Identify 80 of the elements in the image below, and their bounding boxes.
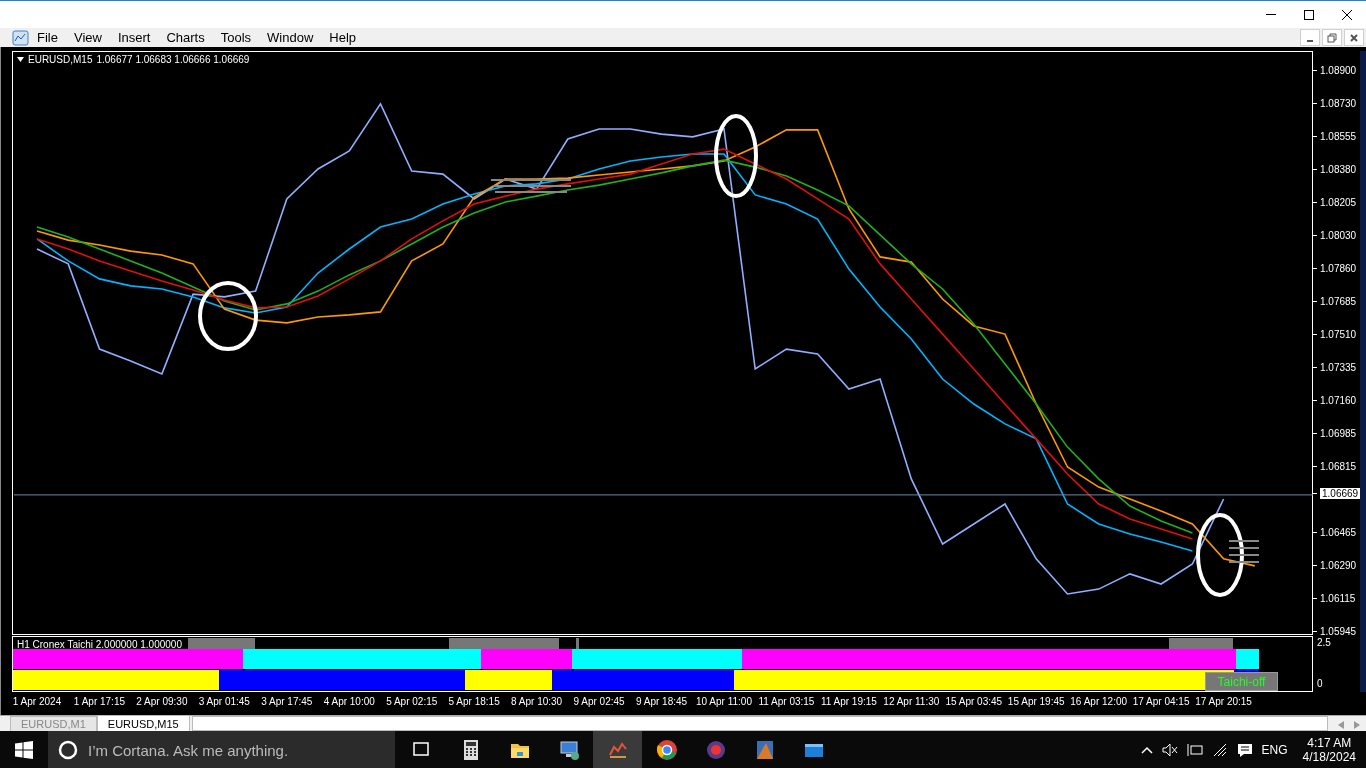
time-label: 8 Apr 10:30 xyxy=(511,696,563,707)
time-label: 2 Apr 09:30 xyxy=(136,696,188,707)
time-label: 11 Apr 03:15 xyxy=(758,696,815,707)
time-label: 1 Apr 17:15 xyxy=(73,696,125,707)
minimize-button[interactable] xyxy=(1300,29,1320,46)
search-placeholder: I’m Cortana. Ask me anything. xyxy=(88,741,289,759)
menu-item[interactable]: Help xyxy=(321,28,365,47)
menu-item[interactable]: Charts xyxy=(158,28,213,47)
clock[interactable]: 4:17 AM 4/18/2024 xyxy=(1302,736,1356,764)
clock-date: 4/18/2024 xyxy=(1302,750,1356,764)
time-label: 10 Apr 11:00 xyxy=(696,696,752,707)
browser-icon[interactable] xyxy=(655,739,678,761)
computer-icon[interactable] xyxy=(557,739,580,761)
battery-icon[interactable] xyxy=(1186,743,1203,757)
price-label: 1.08900 xyxy=(1320,65,1357,77)
media-icon[interactable] xyxy=(704,739,727,761)
ohlc-values: 1.06677 1.06683 1.06666 1.06669 xyxy=(96,54,250,65)
time-label: 12 Apr 11:30 xyxy=(883,696,940,707)
price-label: 1.06115 xyxy=(1320,593,1356,605)
time-label: 15 Apr 19:45 xyxy=(1007,696,1065,707)
axis-label: 2.5 xyxy=(1317,637,1332,648)
time-label: 1 Apr 2024 xyxy=(12,696,62,707)
price-label: 1.08380 xyxy=(1320,164,1357,176)
price-label: 1.07510 xyxy=(1320,328,1357,340)
close-icon xyxy=(1349,32,1359,43)
wifi-icon[interactable] xyxy=(1211,743,1228,757)
start-icon[interactable] xyxy=(15,741,33,759)
time-label: 16 Apr 12:00 xyxy=(1070,696,1128,707)
menu-item[interactable]: Tools xyxy=(212,28,260,47)
caret-icon[interactable] xyxy=(17,57,24,62)
price-label: 1.06465 xyxy=(1320,527,1357,539)
menu-item[interactable]: File xyxy=(29,28,66,47)
highlight-circle xyxy=(198,281,258,351)
symbol-label: EURUSD,M15 xyxy=(28,54,93,65)
chevron-up-icon[interactable] xyxy=(1140,746,1153,754)
price-label: 1.07335 xyxy=(1320,362,1357,374)
time-label: 17 Apr 20:15 xyxy=(1195,696,1252,707)
price-label: 1.06290 xyxy=(1320,560,1357,572)
circle-icon xyxy=(58,740,78,760)
time-label: 5 Apr 18:15 xyxy=(448,696,500,707)
time-label: 15 Apr 03:45 xyxy=(945,696,1003,707)
time-label: 11 Apr 19:15 xyxy=(820,696,877,707)
time-label: 3 Apr 17:45 xyxy=(261,696,313,707)
notification-icon[interactable] xyxy=(1236,742,1253,758)
restore-icon xyxy=(1327,32,1337,43)
axis-label: 0 xyxy=(1317,678,1324,689)
time-label: 4 Apr 10:00 xyxy=(323,696,375,707)
price-label: 1.07685 xyxy=(1320,295,1357,307)
time-label: 9 Apr 18:45 xyxy=(635,696,688,707)
speaker-muted-icon[interactable] xyxy=(1161,743,1178,757)
price-label: 1.06815 xyxy=(1320,460,1357,472)
chart-tab[interactable]: EURUSD,M15 xyxy=(96,715,190,731)
menu-item[interactable]: Insert xyxy=(109,28,159,47)
price-label: 1.07860 xyxy=(1320,262,1357,274)
close-icon xyxy=(1341,8,1353,21)
time-label: 17 Apr 04:15 xyxy=(1132,696,1190,707)
price-label: 1.08030 xyxy=(1320,230,1357,242)
price-label: 1.08730 xyxy=(1320,97,1357,109)
app-icon xyxy=(12,29,29,46)
menu-item[interactable]: View xyxy=(65,28,110,47)
close-button[interactable] xyxy=(1344,29,1364,46)
price-label: 1.06985 xyxy=(1320,428,1357,440)
time-label: 3 Apr 01:45 xyxy=(198,696,250,707)
menu-item[interactable]: Window xyxy=(259,28,322,47)
indicator-label: H1 Cronex Taichi 2.000000 1.000000 xyxy=(17,639,182,650)
restore-button[interactable] xyxy=(1322,29,1342,46)
time-label: 9 Apr 02:45 xyxy=(573,696,625,707)
minimize-icon xyxy=(1307,39,1313,42)
price-label: 1.08555 xyxy=(1320,130,1357,142)
price-label: 1.07160 xyxy=(1320,395,1357,407)
maximize-icon xyxy=(1303,8,1315,21)
search-field[interactable]: I’m Cortana. Ask me anything. xyxy=(48,731,395,768)
clock-time: 4:17 AM xyxy=(1307,736,1352,750)
time-label: 5 Apr 02:15 xyxy=(386,696,438,707)
price-label: 1.05945 xyxy=(1320,625,1357,637)
price-label: 1.08205 xyxy=(1320,197,1357,209)
current-price-label: 1.06669 xyxy=(1320,488,1361,500)
level-lines-drawing xyxy=(1228,540,1260,563)
language-indicator[interactable]: ENG xyxy=(1261,743,1288,757)
minimize-icon xyxy=(1266,14,1276,15)
